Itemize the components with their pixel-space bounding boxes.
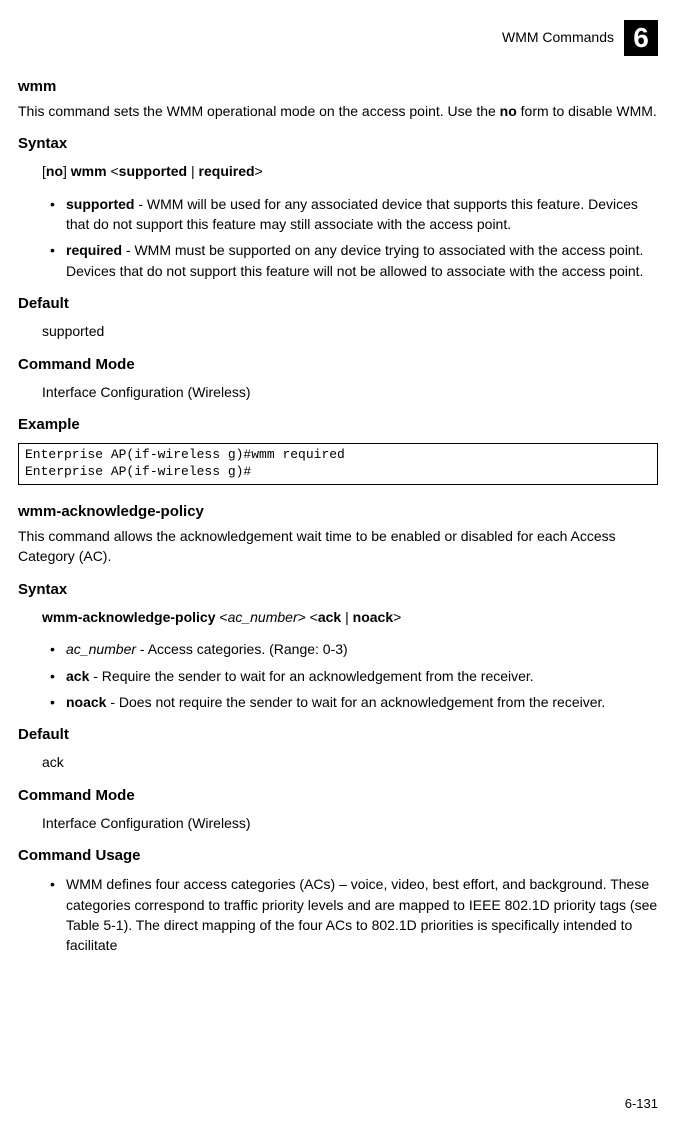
text: | bbox=[341, 609, 352, 625]
list-item: ac_number - Access categories. (Range: 0… bbox=[50, 639, 658, 659]
bullet-text: - Does not require the sender to wait fo… bbox=[106, 694, 605, 710]
list-item: noack - Does not require the sender to w… bbox=[50, 692, 658, 712]
ack-description: This command allows the acknowledgement … bbox=[18, 526, 658, 567]
bullet-text: - WMM must be supported on any device tr… bbox=[66, 242, 643, 278]
page-header: WMM Commands 6 bbox=[18, 20, 658, 56]
bullet-bold: ack bbox=[66, 668, 89, 684]
list-item: supported - WMM will be used for any ass… bbox=[50, 194, 658, 235]
text: form to disable WMM. bbox=[517, 103, 657, 119]
syntax-ack: ack bbox=[318, 609, 341, 625]
text: > < bbox=[298, 609, 318, 625]
command-mode-value: Interface Configuration (Wireless) bbox=[42, 383, 658, 403]
command-usage-label: Command Usage bbox=[18, 845, 658, 866]
command-mode-label: Command Mode bbox=[18, 354, 658, 375]
list-item: WMM defines four access categories (ACs)… bbox=[50, 874, 658, 955]
bullet-bold: supported bbox=[66, 196, 134, 212]
command-title-ack: wmm-acknowledge-policy bbox=[18, 501, 658, 522]
default-label: Default bbox=[18, 293, 658, 314]
default-label: Default bbox=[18, 724, 658, 745]
bullet-text: - WMM will be used for any associated de… bbox=[66, 196, 638, 232]
command-title-wmm: wmm bbox=[18, 76, 658, 97]
default-value: ack bbox=[42, 753, 658, 773]
wmm-description: This command sets the WMM operational mo… bbox=[18, 101, 658, 121]
command-mode-label: Command Mode bbox=[18, 785, 658, 806]
syntax-required: required bbox=[199, 163, 255, 179]
text: This command sets the WMM operational mo… bbox=[18, 103, 500, 119]
bullet-bold: required bbox=[66, 242, 122, 258]
text: > bbox=[393, 609, 401, 625]
example-code-block: Enterprise AP(if-wireless g)#wmm require… bbox=[18, 443, 658, 485]
bullet-text: - Require the sender to wait for an ackn… bbox=[89, 668, 533, 684]
usage-text: WMM defines four access categories (ACs)… bbox=[66, 876, 657, 953]
syntax-noack: noack bbox=[353, 609, 393, 625]
bullet-italic: ac_number bbox=[66, 641, 136, 657]
syntax-supported: supported bbox=[119, 163, 187, 179]
chapter-number-box: 6 bbox=[624, 20, 658, 56]
usage-bullets: WMM defines four access categories (ACs)… bbox=[50, 874, 658, 955]
page-number: 6-131 bbox=[625, 1095, 658, 1113]
example-label: Example bbox=[18, 414, 658, 435]
wmm-syntax-bullets: supported - WMM will be used for any ass… bbox=[50, 194, 658, 281]
syntax-cmd: wmm-acknowledge-policy bbox=[42, 609, 215, 625]
command-mode-value: Interface Configuration (Wireless) bbox=[42, 814, 658, 834]
syntax-label: Syntax bbox=[18, 133, 658, 154]
syntax-label: Syntax bbox=[18, 579, 658, 600]
list-item: required - WMM must be supported on any … bbox=[50, 240, 658, 281]
text: > bbox=[255, 163, 263, 179]
chapter-number: 6 bbox=[633, 18, 649, 57]
bullet-bold: noack bbox=[66, 694, 106, 710]
text: | bbox=[187, 163, 198, 179]
ack-syntax-bullets: ac_number - Access categories. (Range: 0… bbox=[50, 639, 658, 712]
list-item: ack - Require the sender to wait for an … bbox=[50, 666, 658, 686]
text: ] bbox=[63, 163, 71, 179]
default-value: supported bbox=[42, 322, 658, 342]
header-title: WMM Commands bbox=[502, 28, 614, 48]
syntax-acnumber: ac_number bbox=[228, 609, 298, 625]
bullet-text: - Access categories. (Range: 0-3) bbox=[136, 641, 348, 657]
text: < bbox=[107, 163, 119, 179]
syntax-wmm: wmm bbox=[71, 163, 107, 179]
wmm-syntax-line: [no] wmm <supported | required> bbox=[42, 162, 658, 182]
syntax-no: no bbox=[46, 163, 63, 179]
text-bold-no: no bbox=[500, 103, 517, 119]
ack-syntax-line: wmm-acknowledge-policy <ac_number> <ack … bbox=[42, 608, 658, 628]
text: < bbox=[215, 609, 227, 625]
